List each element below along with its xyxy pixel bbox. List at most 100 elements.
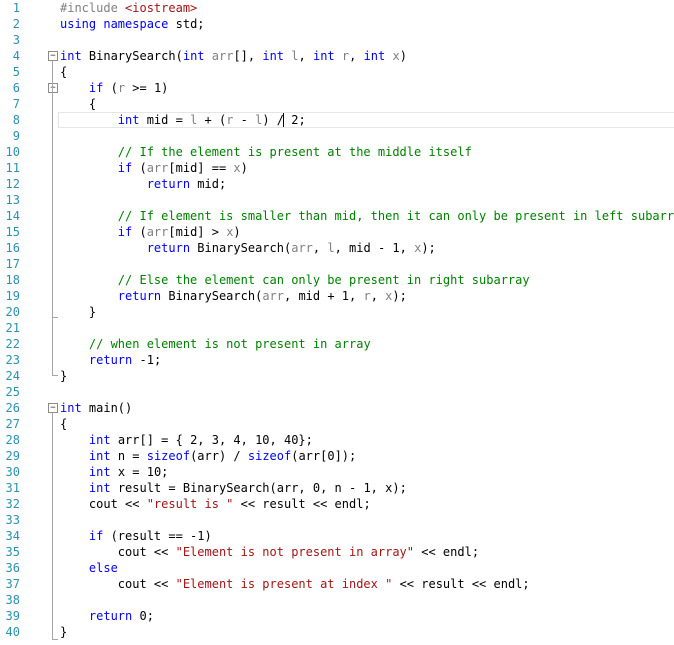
code-line[interactable]: 32 cout << "result is " << result << end… — [0, 496, 674, 512]
code-line[interactable]: 31 int result = BinarySearch(arr, 0, n -… — [0, 480, 674, 496]
code-token: { — [60, 65, 68, 79]
code-line[interactable]: 21 — [0, 320, 674, 336]
code-line[interactable]: 39 return 0; — [0, 608, 674, 624]
code-token: result = BinarySearch(arr, 0, n - 1, x); — [110, 481, 407, 495]
code-token: x = 10; — [110, 465, 169, 479]
code-line[interactable]: 7 { — [0, 96, 674, 112]
code-token: return — [88, 609, 133, 623]
code-line[interactable]: 33 — [0, 512, 674, 528]
code-line[interactable]: 3 — [0, 32, 674, 48]
code-token: return — [88, 353, 133, 367]
collapse-function-main-icon[interactable]: − — [48, 403, 58, 413]
line-number: 1 — [12, 1, 20, 15]
code-token: <iostream> — [125, 1, 198, 15]
code-text: int result = BinarySearch(arr, 0, n - 1,… — [60, 480, 407, 496]
code-line[interactable]: 10 // If the element is present at the m… — [0, 144, 674, 160]
code-token: ) — [233, 225, 241, 239]
code-line[interactable]: 40} — [0, 624, 674, 640]
line-number: 12 — [5, 177, 20, 191]
code-line[interactable]: 6 if (r >= 1) — [0, 80, 674, 96]
code-text: if (arr[mid] == x) — [60, 160, 248, 176]
code-token: int — [60, 49, 82, 63]
outline-guide-end — [52, 317, 58, 318]
code-line[interactable]: 25 — [0, 384, 674, 400]
code-line[interactable]: 28 int arr[] = { 2, 3, 4, 10, 40}; — [0, 432, 674, 448]
code-line[interactable]: 29 int n = sizeof(arr) / sizeof(arr[0]); — [0, 448, 674, 464]
line-number: 15 — [5, 225, 20, 239]
code-token: int — [88, 481, 111, 495]
code-token: >= 1) — [125, 81, 169, 95]
code-text: // If the element is present at the midd… — [60, 144, 472, 160]
code-line[interactable]: 8 int mid = l + (r - l) / 2; — [0, 112, 674, 128]
code-text: if (arr[mid] > x) — [60, 224, 241, 240]
code-text: return 0; — [60, 608, 154, 624]
code-text: // If element is smaller than mid, then … — [60, 208, 674, 224]
code-line[interactable]: 35 cout << "Element is not present in ar… — [0, 544, 674, 560]
code-token: cout << — [60, 497, 147, 511]
code-line[interactable]: 11 if (arr[mid] == x) — [0, 160, 674, 176]
code-token: ( — [132, 225, 147, 239]
code-token: // If element is smaller than mid, then … — [117, 209, 674, 223]
code-line[interactable]: 27 { — [0, 416, 674, 432]
code-token: #include — [60, 1, 126, 15]
code-line[interactable]: 37 cout << "Element is present at index … — [0, 576, 674, 592]
code-line[interactable]: 17 — [0, 256, 674, 272]
code-token: (arr) / — [190, 449, 248, 463]
line-number: 5 — [12, 65, 20, 79]
code-line[interactable]: 20 } — [0, 304, 674, 320]
code-line[interactable]: 38 — [0, 592, 674, 608]
code-line[interactable]: 14 // If element is smaller than mid, th… — [0, 208, 674, 224]
code-text: if (r >= 1) — [60, 80, 169, 96]
code-line[interactable]: 15 if (arr[mid] > x) — [0, 224, 674, 240]
line-number: 20 — [5, 305, 20, 319]
code-token: BinarySearch( — [81, 49, 183, 63]
code-line[interactable]: 4 int BinarySearch(int arr[], int l, int … — [0, 48, 674, 64]
code-token: "Element is not present in array" — [175, 545, 415, 559]
code-line[interactable]: 2 using namespace std; — [0, 16, 674, 32]
collapse-function-binarysearch-icon[interactable]: − — [48, 51, 58, 61]
code-token: x — [392, 49, 400, 63]
code-line[interactable]: 13 — [0, 192, 674, 208]
code-line[interactable]: 34 if (result == -1) — [0, 528, 674, 544]
line-number: 23 — [5, 353, 20, 367]
code-text: // Else the element can only be present … — [60, 272, 530, 288]
line-number: 10 — [5, 145, 20, 159]
code-text: else — [60, 560, 118, 576]
collapse-if-block-icon[interactable]: − — [48, 83, 58, 93]
code-token: "Element is present at index " — [175, 577, 393, 591]
code-line[interactable]: 1 #include <iostream> — [0, 0, 674, 16]
code-line[interactable]: 19 return BinarySearch(arr, mid + 1, r, … — [0, 288, 674, 304]
code-token: BinarySearch( — [161, 289, 263, 303]
code-text: return -1; — [60, 352, 161, 368]
code-line[interactable]: 24} — [0, 368, 674, 384]
code-line[interactable]: 22 // when element is not present in arr… — [0, 336, 674, 352]
code-token: 0; — [132, 609, 154, 623]
code-editor[interactable]: 1 #include <iostream> 2 using namespace std… — [0, 0, 674, 645]
code-line[interactable]: 30 int x = 10; — [0, 464, 674, 480]
code-token: ); — [421, 241, 436, 255]
code-line[interactable]: 23 return -1; — [0, 352, 674, 368]
line-number: 2 — [12, 17, 20, 31]
code-line[interactable]: 16 return BinarySearch(arr, l, mid - 1, … — [0, 240, 674, 256]
code-line[interactable]: 36 else — [0, 560, 674, 576]
code-token: + ( — [197, 113, 227, 127]
code-line[interactable]: 26 int main() — [0, 400, 674, 416]
code-line[interactable]: 18 // Else the element can only be prese… — [0, 272, 674, 288]
outline-guide-main — [52, 413, 53, 639]
code-line[interactable]: 9 — [0, 128, 674, 144]
code-token: int — [60, 401, 82, 415]
code-line[interactable]: 12 return mid; — [0, 176, 674, 192]
code-token: // when element is not present in array — [88, 337, 371, 351]
code-text: if (result == -1) — [60, 528, 212, 544]
code-text: int n = sizeof(arr) / sizeof(arr[0]); — [60, 448, 356, 464]
code-line[interactable]: 5{ — [0, 64, 674, 80]
